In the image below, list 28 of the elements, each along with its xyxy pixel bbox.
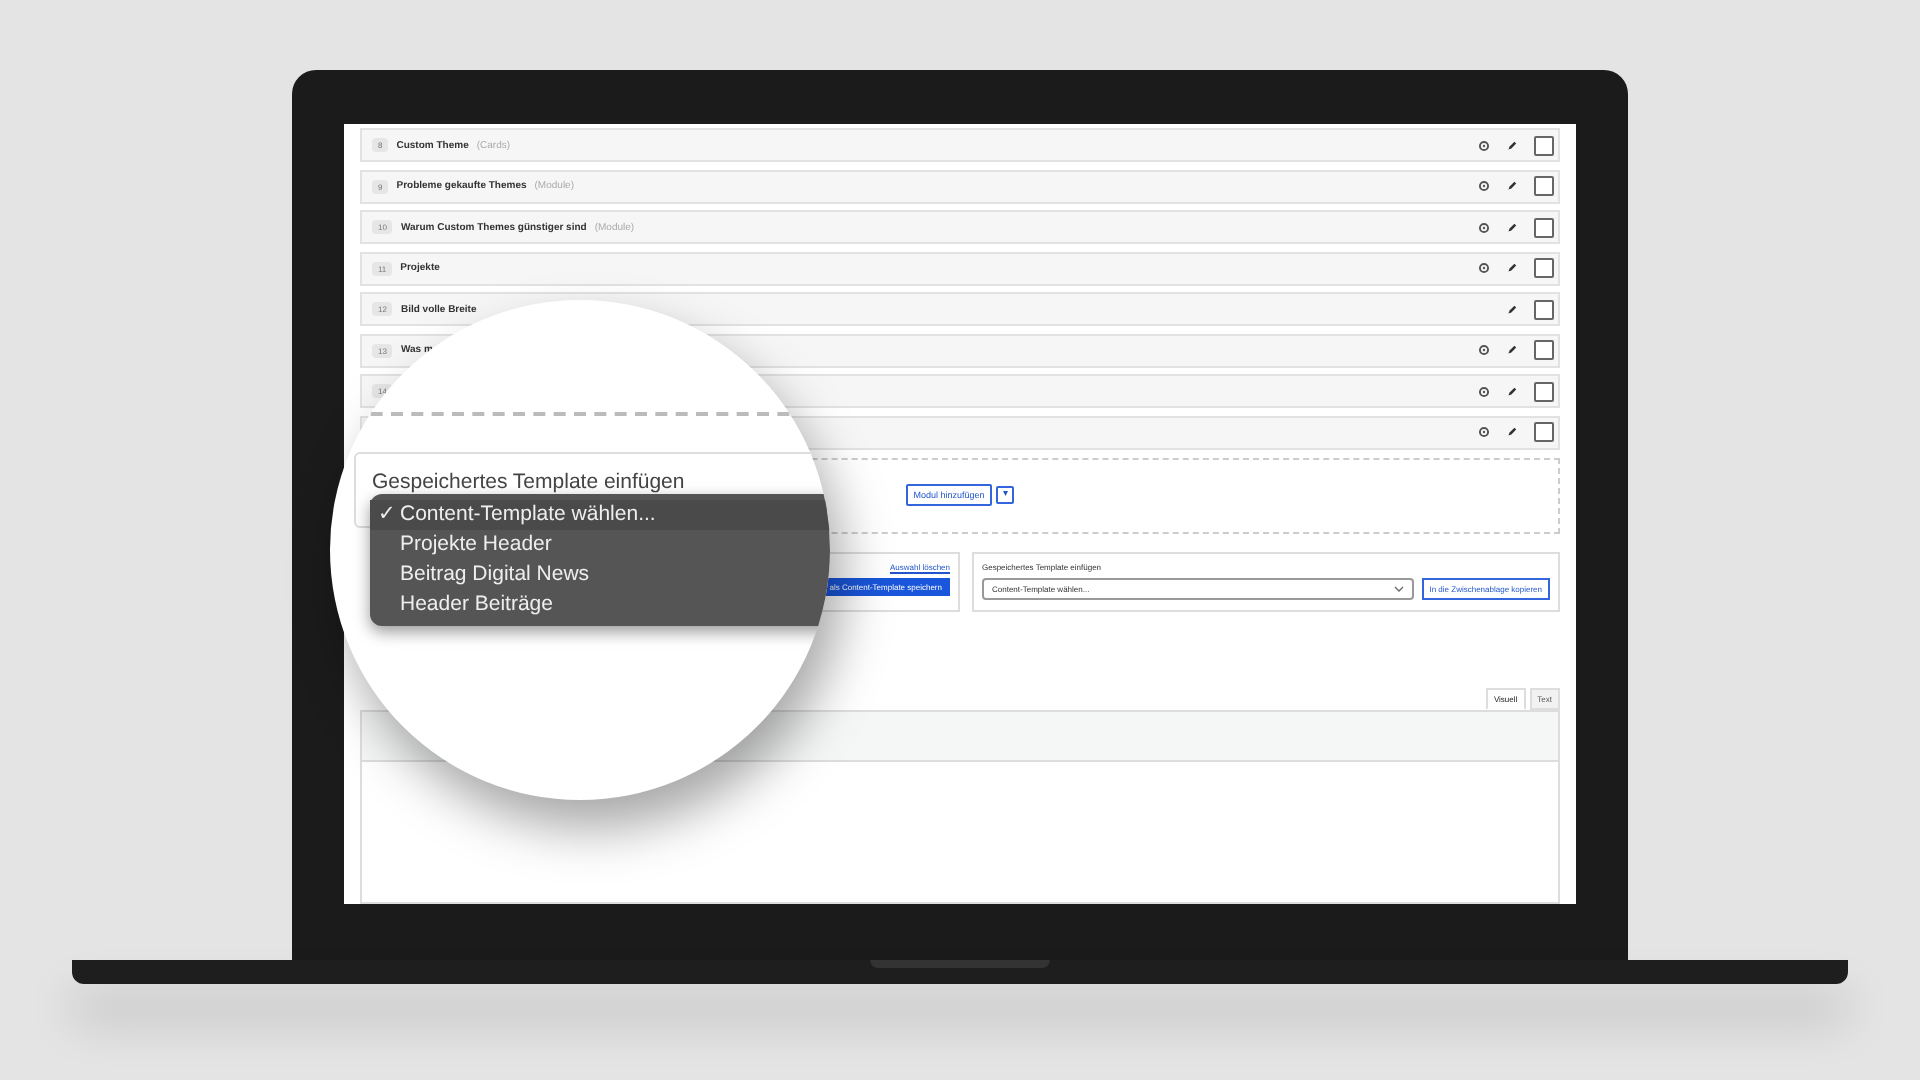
checkbox[interactable] xyxy=(1534,176,1554,196)
settings-icon[interactable] xyxy=(1478,262,1490,274)
pencil-icon[interactable] xyxy=(1506,262,1518,274)
menu-option[interactable]: Header Beiträge xyxy=(370,590,830,620)
settings-icon[interactable] xyxy=(1478,221,1490,233)
pencil-icon[interactable] xyxy=(1506,426,1518,438)
checkbox[interactable] xyxy=(1534,340,1554,360)
chevron-icon xyxy=(1393,585,1404,591)
menu-option[interactable]: ✓ Content-Template wählen... xyxy=(370,500,830,530)
settings-icon[interactable] xyxy=(1478,426,1490,438)
checkbox[interactable] xyxy=(1534,217,1554,237)
pencil-icon[interactable] xyxy=(1506,221,1518,233)
pencil-icon[interactable] xyxy=(1506,180,1518,192)
settings-icon[interactable] xyxy=(1478,180,1490,192)
settings-icon[interactable] xyxy=(1478,139,1490,151)
settings-icon[interactable] xyxy=(1478,344,1490,356)
menu-option[interactable]: Projekte Header xyxy=(370,530,830,560)
pencil-icon[interactable] xyxy=(1506,385,1518,397)
checkbox[interactable] xyxy=(1534,299,1554,319)
pencil-icon[interactable] xyxy=(1506,139,1518,151)
checkbox[interactable] xyxy=(1534,258,1554,278)
pencil-icon[interactable] xyxy=(1506,344,1518,356)
checkbox[interactable] xyxy=(1534,381,1554,401)
settings-icon[interactable] xyxy=(1478,385,1490,397)
checkbox[interactable] xyxy=(1534,422,1554,442)
pencil-icon[interactable] xyxy=(1506,303,1518,315)
panel-title: Gespeichertes Template einfügen xyxy=(372,470,685,494)
checkbox[interactable] xyxy=(1534,135,1554,155)
